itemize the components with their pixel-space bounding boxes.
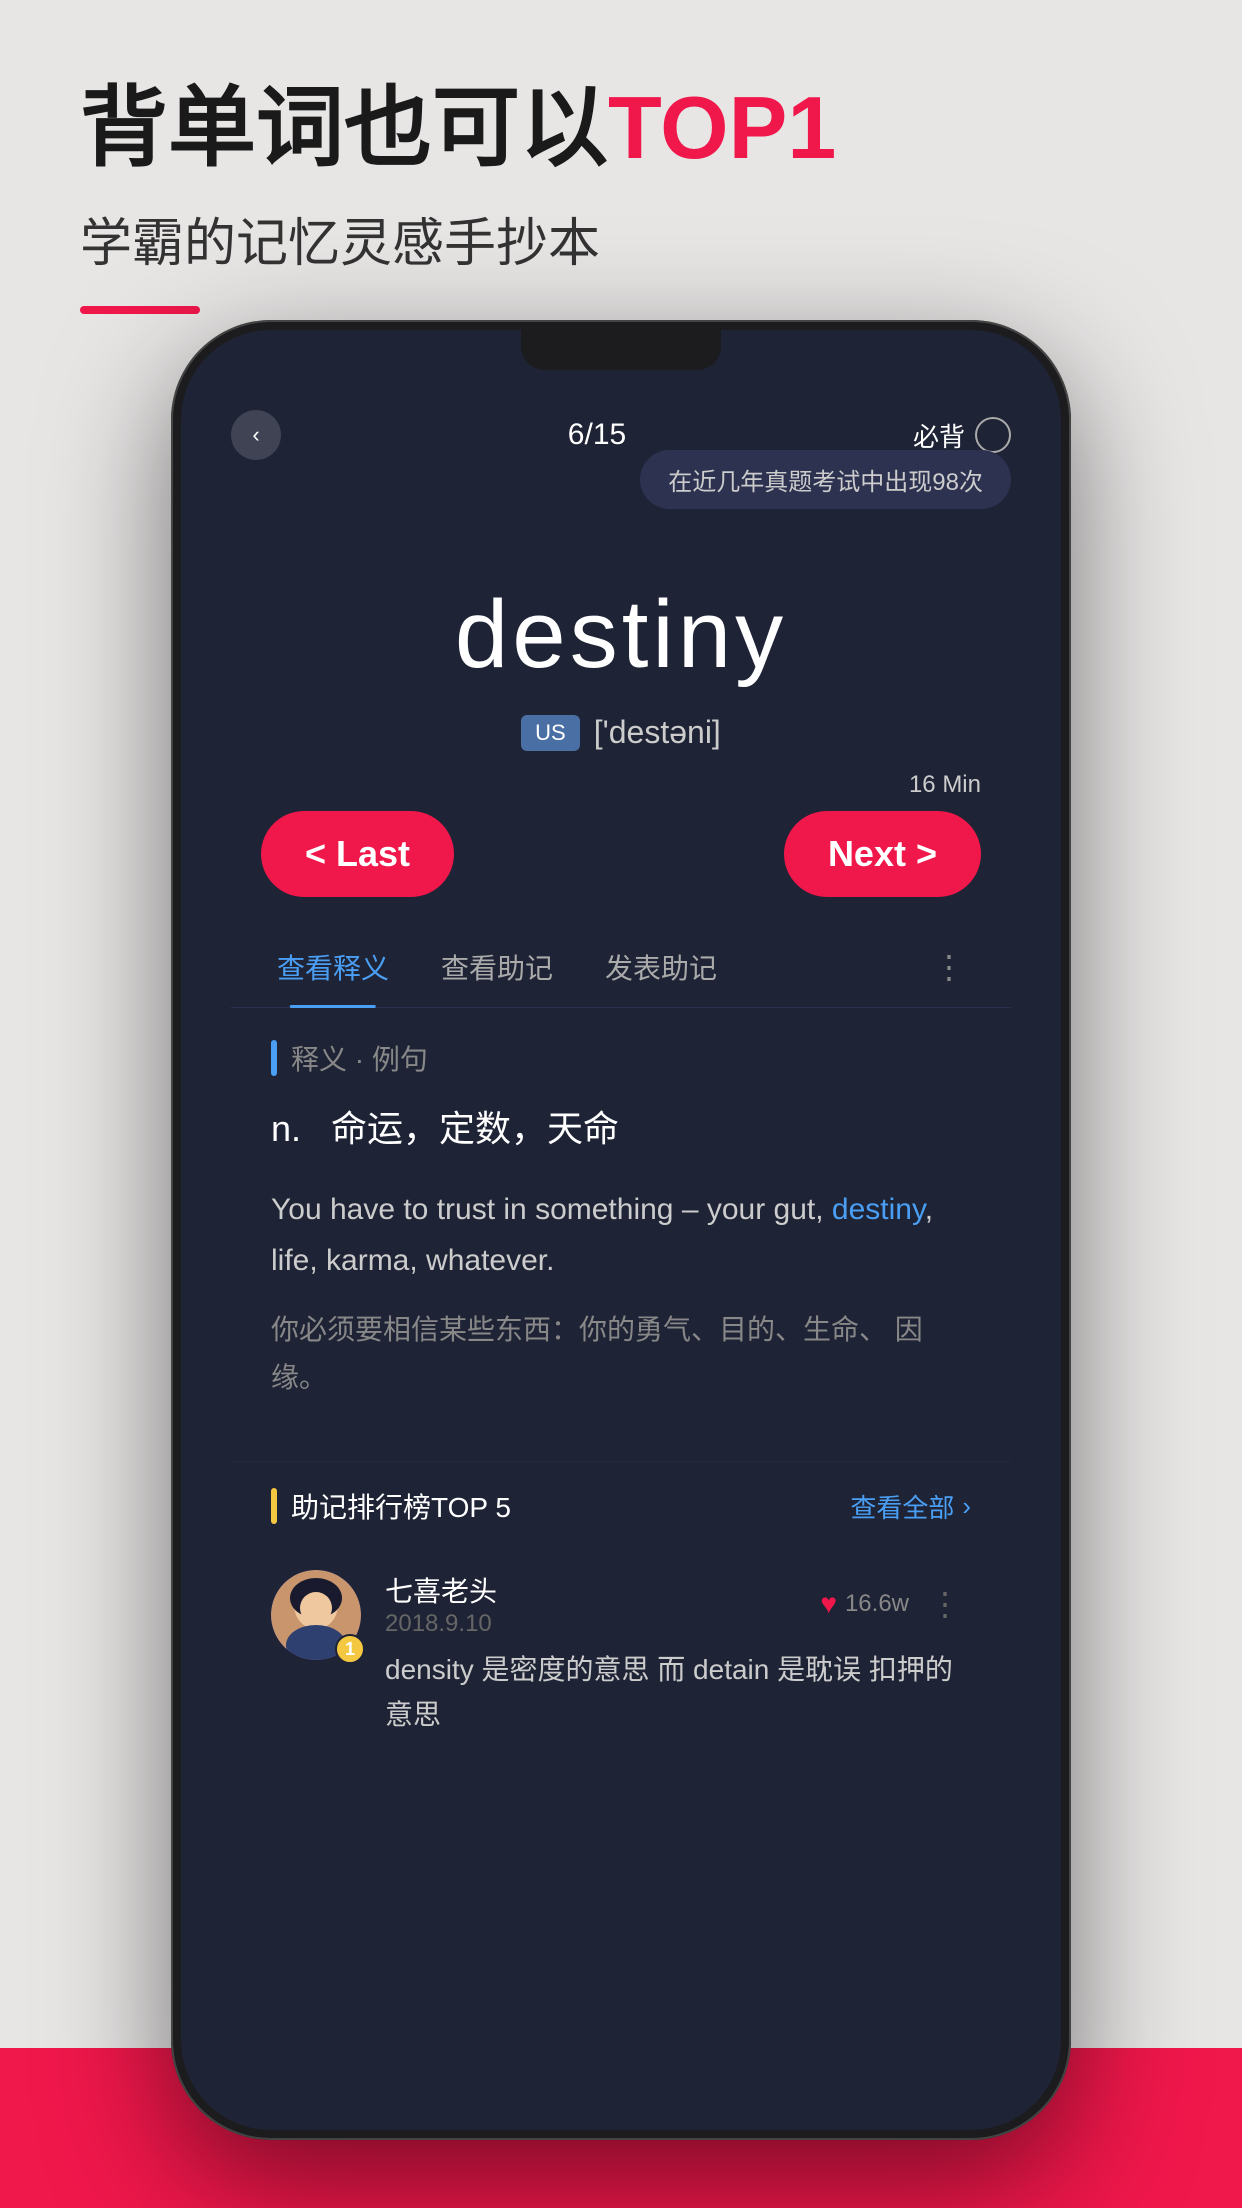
pos: n. — [271, 1108, 301, 1149]
heart-icon: ♥ — [820, 1588, 837, 1620]
memory-section: 助记排行榜TOP 5 查看全部 › — [231, 1461, 1011, 1758]
last-button[interactable]: < Last — [261, 811, 454, 897]
avatar-container: 1 — [271, 1570, 361, 1660]
tab-memory[interactable]: 查看助记 — [425, 927, 569, 1007]
user-text: density 是密度的意思 而 detain 是耽误 扣押的意思 — [385, 1648, 971, 1738]
definition-section: 释义 · 例句 n. 命运，定数，天命 You have to trust in… — [231, 1008, 1011, 1461]
tab-post-memory[interactable]: 发表助记 — [589, 927, 733, 1007]
must-memorize[interactable]: 必背 — [913, 417, 1011, 454]
user-content: 七喜老头 2018.9.10 ♥ 16.6w ⋮ — [385, 1570, 971, 1738]
must-memorize-label: 必背 — [913, 417, 965, 454]
example-before: You have to trust in something – your gu… — [271, 1193, 832, 1226]
nav-buttons: 16 Min < Last Next > — [231, 811, 1011, 897]
section-label-row: 释义 · 例句 — [271, 1038, 971, 1078]
meaning: 命运，定数，天命 — [331, 1108, 619, 1149]
example-zh: 你必须要相信某些东西：你的勇气、目的、生命、 因缘。 — [271, 1306, 971, 1401]
section-label-bar — [271, 1040, 277, 1076]
phonetic-text: ['destəni] — [594, 714, 721, 751]
word-area: ‹ 6/15 必背 在近几年真题考试中出现98次 destiny US — [181, 390, 1061, 1788]
word-phonetic-row: US ['destəni] — [231, 714, 1011, 751]
main-title: 背单词也可以TOP1 — [80, 80, 1162, 177]
phone-outer: ‹ 6/15 必背 在近几年真题考试中出现98次 destiny US — [171, 320, 1071, 2140]
like-count: 16.6w — [845, 1590, 909, 1618]
title-part1: 背单词也可以 — [80, 78, 608, 177]
example-en: You have to trust in something – your gu… — [271, 1184, 971, 1286]
rank-badge: 1 — [335, 1634, 365, 1664]
user-entry: 1 七喜老头 2018.9.10 — [271, 1550, 971, 1758]
memory-header: 助记排行榜TOP 5 查看全部 › — [271, 1462, 971, 1550]
word-count: 6/15 — [568, 418, 626, 452]
memory-title: 助记排行榜TOP 5 — [291, 1486, 511, 1526]
section-label-text: 释义 · 例句 — [291, 1038, 428, 1078]
must-memorize-circle — [975, 417, 1011, 453]
subtitle: 学霸的记忆灵感手抄本 — [80, 201, 1162, 276]
word-main: destiny US ['destəni] — [231, 520, 1011, 781]
word-english: destiny — [231, 580, 1011, 690]
title-highlight: TOP1 — [608, 78, 836, 177]
definition-text: n. 命运，定数，天命 — [271, 1102, 971, 1156]
like-area[interactable]: ♥ 16.6w — [820, 1588, 909, 1620]
title-underline — [80, 306, 200, 314]
tab-definition[interactable]: 查看释义 — [261, 927, 405, 1007]
tabs-row: 查看释义 查看助记 发表助记 ⋮ — [231, 927, 1011, 1008]
phone-container: ‹ 6/15 必背 在近几年真题考试中出现98次 destiny US — [171, 320, 1071, 2140]
more-icon[interactable]: ⋮ — [919, 1585, 971, 1623]
view-all-link[interactable]: 查看全部 › — [850, 1488, 971, 1525]
user-name: 七喜老头 — [385, 1576, 497, 1607]
phone-notch — [521, 330, 721, 370]
top-section: 背单词也可以TOP1 学霸的记忆灵感手抄本 — [0, 0, 1242, 354]
tooltip-badge: 在近几年真题考试中出现98次 — [640, 450, 1011, 509]
timer-label: 16 Min — [909, 771, 981, 799]
tab-more-icon[interactable]: ⋮ — [917, 932, 981, 1002]
example-highlight: destiny — [832, 1193, 925, 1226]
us-badge: US — [521, 715, 580, 751]
next-button[interactable]: Next > — [784, 811, 981, 897]
memory-title-row: 助记排行榜TOP 5 — [271, 1486, 511, 1526]
memory-title-bar — [271, 1488, 277, 1524]
back-button[interactable]: ‹ — [231, 410, 281, 460]
phone-screen: ‹ 6/15 必背 在近几年真题考试中出现98次 destiny US — [181, 330, 1061, 2130]
user-meta: 七喜老头 2018.9.10 ♥ 16.6w ⋮ — [385, 1570, 971, 1638]
user-date: 2018.9.10 — [385, 1610, 492, 1637]
